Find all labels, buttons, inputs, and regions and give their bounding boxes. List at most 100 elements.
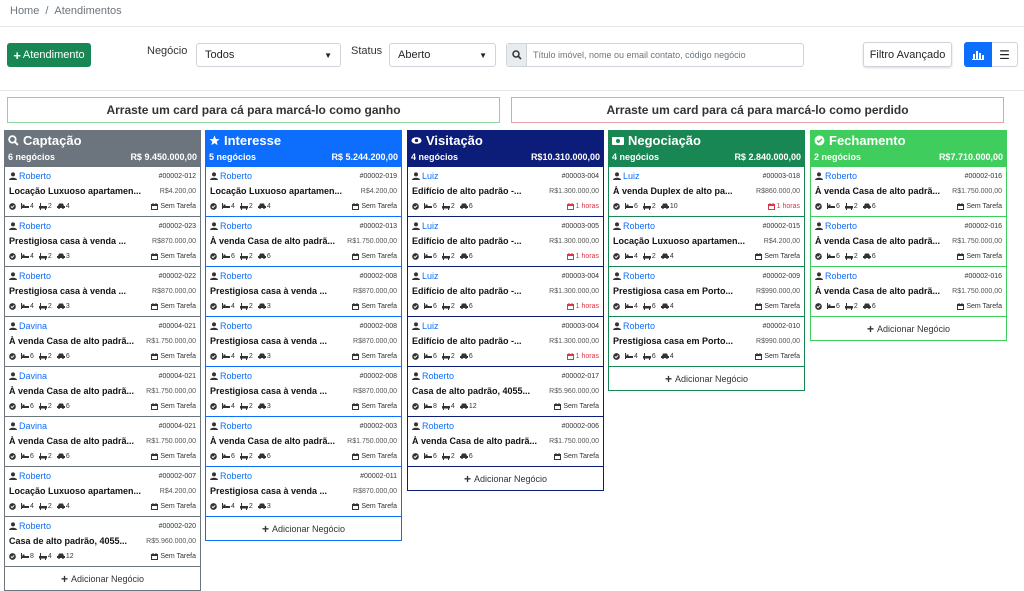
deal-code: #00002-009 (762, 272, 800, 280)
deal-card[interactable]: Roberto #00002-011 Prestigiosa casa à ve… (205, 467, 402, 517)
contact-name[interactable]: Roberto (220, 271, 252, 281)
deal-card[interactable]: Roberto #00002-023 Prestigiosa casa à ve… (4, 217, 201, 267)
deal-card[interactable]: Davina #00004-021 À venda Casa de alto p… (4, 417, 201, 467)
deal-card[interactable]: Luiz #00003-005 Edifício de alto padrão … (407, 217, 604, 267)
deal-card[interactable]: Roberto #00002-016 À venda Casa de alto … (810, 217, 1007, 267)
property-title: Prestigiosa casa à venda ... (9, 236, 127, 246)
contact-name[interactable]: Roberto (825, 271, 857, 281)
deal-price: R$1.750.000,00 (146, 437, 196, 445)
list-view-button[interactable]: ☰ (992, 42, 1018, 67)
search-input[interactable]: Título imóvel, nome ou email contato, có… (506, 43, 804, 67)
parking-count: 6 (65, 402, 70, 410)
deal-card[interactable]: Roberto #00002-008 Prestigiosa casa à ve… (205, 367, 402, 417)
win-dropzone[interactable]: Arraste um card para cá para marcá-lo co… (7, 97, 500, 123)
contact-name[interactable]: Davina (19, 421, 47, 431)
contact-name[interactable]: Roberto (623, 321, 655, 331)
property-title: Prestigiosa casa em Porto... (613, 286, 734, 296)
kanban-view-button[interactable] (964, 42, 992, 67)
deal-card[interactable]: Roberto #00002-012 Locação Luxuoso apart… (4, 167, 201, 217)
deal-card[interactable]: Davina #00004-021 À venda Casa de alto p… (4, 367, 201, 417)
deal-code: #00002-007 (158, 472, 196, 480)
contact-name[interactable]: Roberto (623, 221, 655, 231)
deal-card[interactable]: Roberto #00002-008 Prestigiosa casa à ve… (205, 317, 402, 367)
deal-card[interactable]: Roberto #00002-007 Locação Luxuoso apart… (4, 467, 201, 517)
advanced-filter-button[interactable]: Filtro Avançado (863, 42, 952, 67)
deal-card[interactable]: Luiz #00003-004 Edifício de alto padrão … (407, 317, 604, 367)
deal-card[interactable]: Roberto #00002-015 Locação Luxuoso apart… (608, 217, 805, 267)
contact-name[interactable]: Luiz (623, 171, 640, 181)
contact-name[interactable]: Roberto (220, 221, 252, 231)
bathrooms-count: 2 (450, 202, 455, 210)
bath-icon (441, 402, 450, 410)
contact-name[interactable]: Luiz (422, 321, 439, 331)
deal-card[interactable]: Roberto #00002-019 Locação Luxuoso apart… (205, 167, 402, 217)
column-interesse: Interesse 5 negócios R$ 5.244.200,00 Robe… (205, 130, 402, 541)
parking-count: 4 (669, 252, 674, 260)
property-title: À venda Casa de alto padrã... (9, 436, 135, 446)
contact-name[interactable]: Davina (19, 321, 47, 331)
property-title: Locação Luxuoso apartamen... (9, 186, 142, 196)
task-status: Sem Tarefa (361, 252, 397, 260)
contact-name[interactable]: Roberto (422, 371, 454, 381)
deal-card[interactable]: Roberto #00002-017 Casa de alto padrão, … (407, 367, 604, 417)
deal-code: #00004-021 (158, 322, 196, 330)
bedrooms-count: 6 (433, 252, 437, 260)
deal-card[interactable]: Roberto #00002-008 Prestigiosa casa à ve… (205, 267, 402, 317)
contact-name[interactable]: Roberto (19, 521, 51, 531)
add-deal-button[interactable]: + Adicionar Negócio (608, 367, 805, 391)
contact-name[interactable]: Roberto (220, 471, 252, 481)
negocio-select[interactable]: Todos ▼ (196, 43, 341, 67)
deal-card[interactable]: Roberto #00002-003 À venda Casa de alto … (205, 417, 402, 467)
bath-icon (844, 202, 853, 210)
deal-card[interactable]: Roberto #00002-020 Casa de alto padrão, … (4, 517, 201, 567)
user-icon (210, 222, 218, 230)
lose-dropzone[interactable]: Arraste um card para cá para marcá-lo co… (511, 97, 1004, 123)
bed-icon (222, 503, 230, 509)
contact-name[interactable]: Roberto (19, 171, 51, 181)
user-icon (412, 322, 420, 330)
breadcrumb-home[interactable]: Home (10, 5, 39, 17)
deal-card[interactable]: Davina #00004-021 À venda Casa de alto p… (4, 317, 201, 367)
deal-card[interactable]: Roberto #00002-013 À venda Casa de alto … (205, 217, 402, 267)
contact-name[interactable]: Luiz (422, 171, 439, 181)
contact-name[interactable]: Roberto (623, 271, 655, 281)
contact-name[interactable]: Roberto (19, 271, 51, 281)
contact-name[interactable]: Roberto (19, 221, 51, 231)
contact-name[interactable]: Roberto (220, 421, 252, 431)
contact-name[interactable]: Roberto (825, 221, 857, 231)
deal-card[interactable]: Luiz #00003-018 À venda Duplex de alto p… (608, 167, 805, 217)
contact-name[interactable]: Luiz (422, 221, 439, 231)
contact-name[interactable]: Roberto (220, 321, 252, 331)
bedrooms-count: 4 (231, 302, 235, 310)
contact-name[interactable]: Roberto (825, 171, 857, 181)
contact-name[interactable]: Roberto (422, 421, 454, 431)
contact-name[interactable]: Luiz (422, 271, 439, 281)
add-deal-button[interactable]: + Adicionar Negócio (407, 467, 604, 491)
deal-card[interactable]: Roberto #00002-010 Prestigiosa casa em P… (608, 317, 805, 367)
contact-name[interactable]: Roberto (220, 371, 252, 381)
deal-card[interactable]: Luiz #00003-004 Edifício de alto padrão … (407, 267, 604, 317)
deal-card[interactable]: Roberto #00002-009 Prestigiosa casa em P… (608, 267, 805, 317)
plus-icon: + (664, 371, 672, 386)
user-icon (815, 172, 823, 180)
contact-name[interactable]: Davina (19, 371, 47, 381)
deal-code: #00002-023 (158, 222, 196, 230)
deal-card[interactable]: Luiz #00003-004 Edifício de alto padrão … (407, 167, 604, 217)
bath-icon (441, 202, 450, 210)
deal-code: #00002-003 (359, 422, 397, 430)
deal-card[interactable]: Roberto #00002-016 À venda Casa de alto … (810, 267, 1007, 317)
deal-card[interactable]: Roberto #00002-006 À venda Casa de alto … (407, 417, 604, 467)
deal-price: R$1.750.000,00 (952, 237, 1002, 245)
add-deal-button[interactable]: + Adicionar Negócio (810, 317, 1007, 341)
add-deal-button[interactable]: + Adicionar Negócio (4, 567, 201, 591)
deal-card[interactable]: Roberto #00002-016 À venda Casa de alto … (810, 167, 1007, 217)
deal-card[interactable]: Roberto #00002-022 Prestigiosa casa à ve… (4, 267, 201, 317)
add-deal-button[interactable]: + Adicionar Negócio (205, 517, 402, 541)
status-select[interactable]: Aberto ▼ (389, 43, 496, 67)
user-icon (210, 472, 218, 480)
contact-name[interactable]: Roberto (220, 171, 252, 181)
contact-name[interactable]: Roberto (19, 471, 51, 481)
bath-icon (38, 352, 47, 360)
bathrooms-count: 2 (651, 202, 656, 210)
new-atendimento-button[interactable]: + Atendimento (7, 43, 91, 67)
